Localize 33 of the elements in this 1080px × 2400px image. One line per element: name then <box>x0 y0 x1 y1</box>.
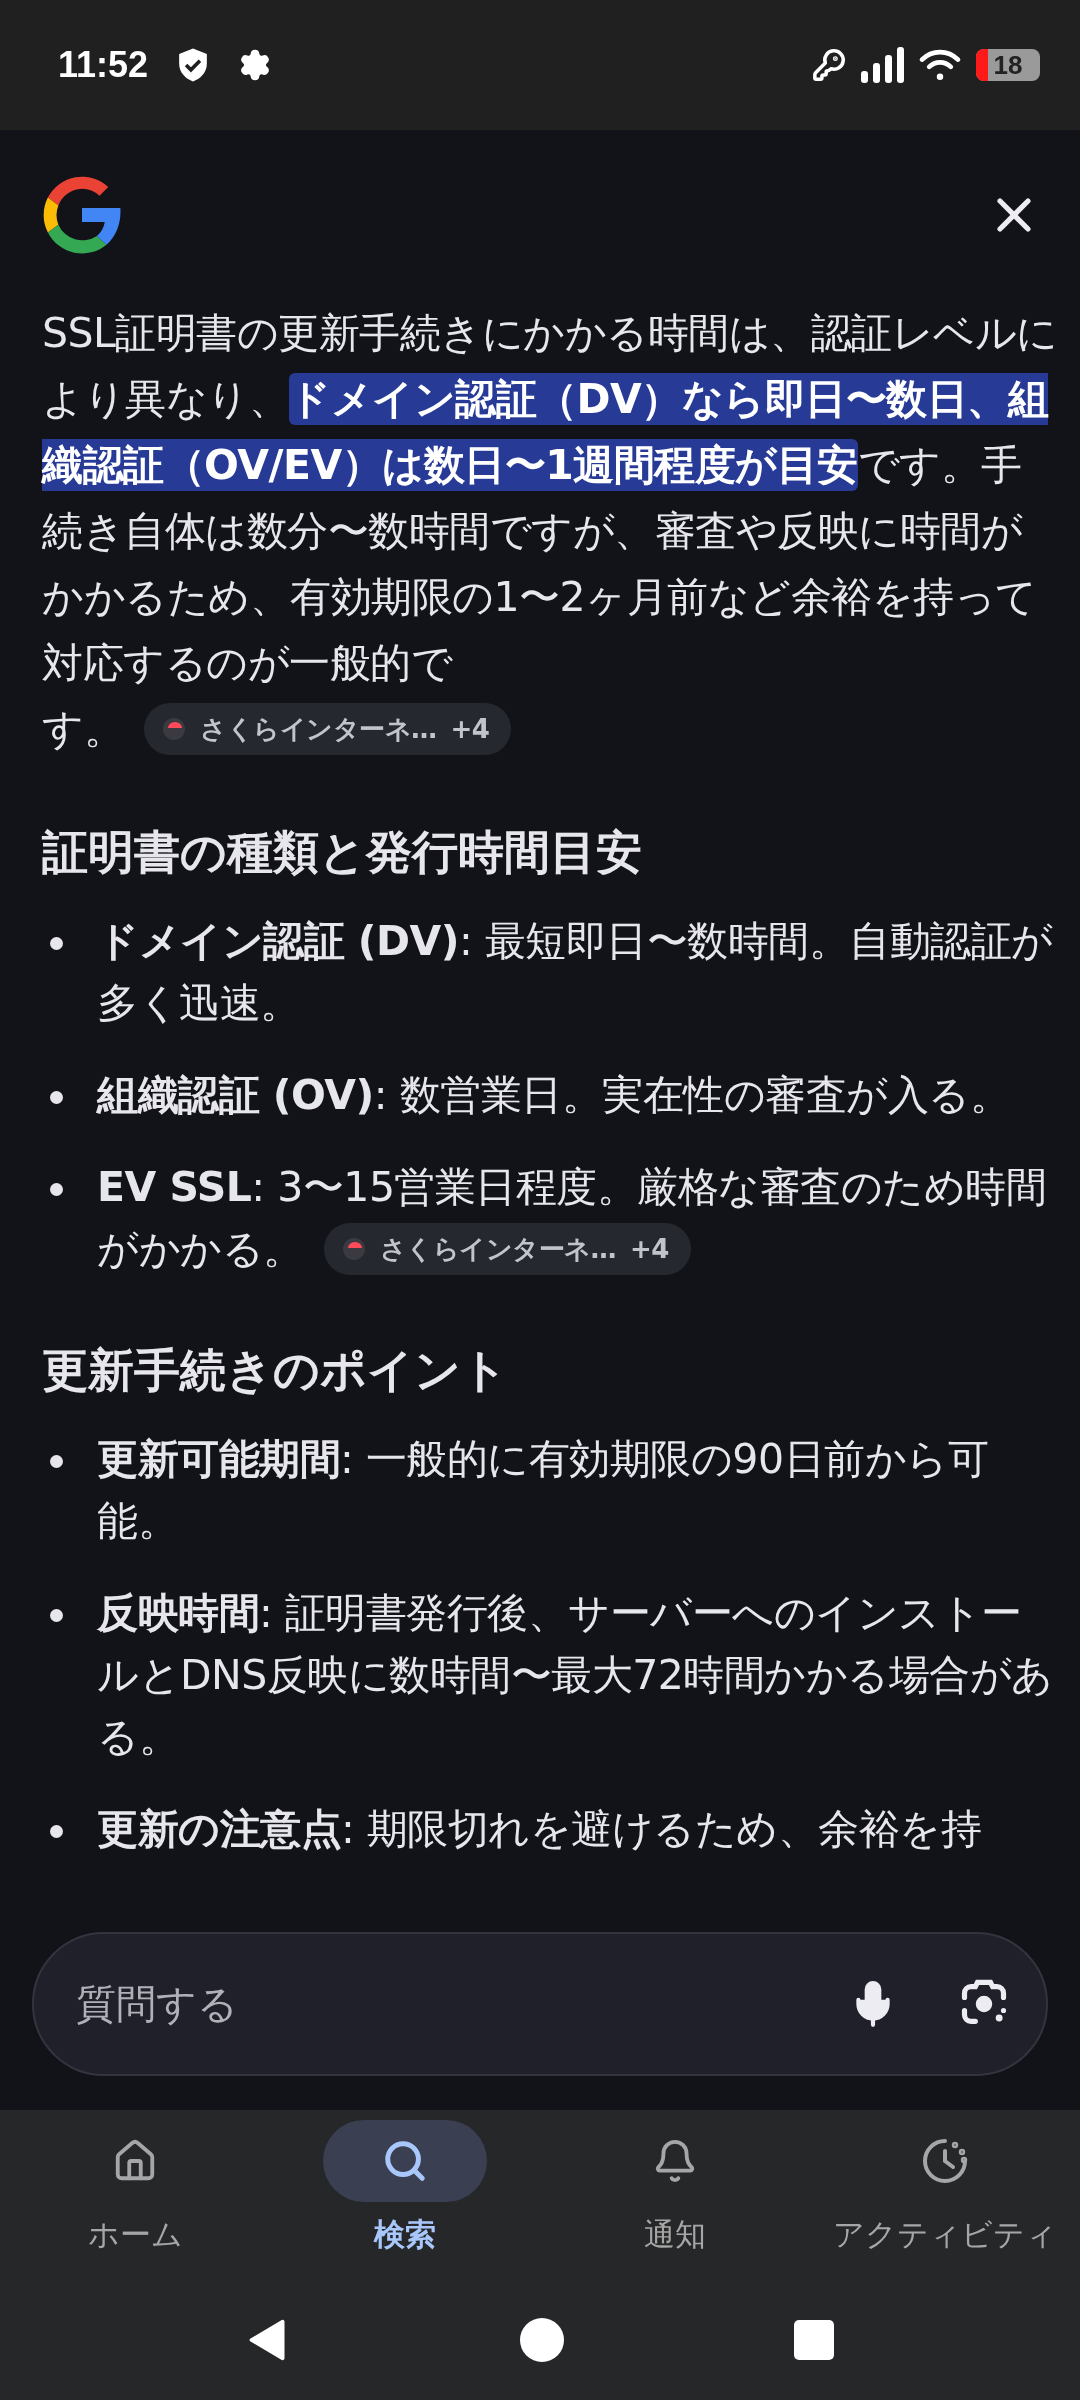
home-button-icon[interactable] <box>520 2318 564 2362</box>
nav-tab[interactable]: ホーム <box>0 2120 270 2280</box>
clock-time: 11:52 <box>58 44 149 86</box>
key-icon <box>812 48 846 82</box>
bullet-dot <box>50 1455 63 1468</box>
bullet-text: 更新の注意点: 期限切れを避けるため、余裕を持 <box>97 1804 983 1855</box>
bullet-dot <box>50 1609 63 1622</box>
signal-icon <box>860 47 904 83</box>
battery-icon: 18 <box>976 49 1040 81</box>
source-chip[interactable]: さくらインターネ… +4 <box>323 1223 691 1275</box>
bullet-dot <box>50 1825 63 1838</box>
bullet-text: がかかる。 <box>97 1224 304 1275</box>
bullet-text: EV SSL: 3〜15営業日程度。厳格な審査のため時間 <box>97 1162 1048 1213</box>
site-logo-icon <box>341 1237 366 1261</box>
bullet-dot <box>50 937 63 950</box>
bullet-text: 組織認証 (OV): 数営業日。実在性の審査が入る。 <box>97 1070 1012 1121</box>
clock-icon <box>921 2137 969 2185</box>
bullet-dot <box>50 1091 63 1104</box>
section-heading: 証明書の種類と発行時間目安 <box>42 824 643 881</box>
bullet-text: ドメイン認証 (DV): 最短即日〜数時間。自動認証が多く迅速。 <box>97 916 1054 1029</box>
nav-tab[interactable]: 検索 <box>270 2120 540 2280</box>
search-input[interactable]: 質問する <box>74 1980 788 2028</box>
wifi-icon <box>918 47 962 83</box>
answer-text: す。 <box>42 704 124 755</box>
search-icon <box>382 2138 428 2184</box>
nav-tab[interactable]: アクティビティ <box>810 2120 1080 2280</box>
bullet-text: 更新可能期間: 一般的に有効期限の90日前から可能。 <box>97 1434 990 1547</box>
source-chip[interactable]: さくらインターネ… +4 <box>144 703 512 755</box>
site-logo-icon <box>162 717 186 741</box>
section-heading: 更新手続きのポイント <box>42 1342 509 1399</box>
bullet-text: 反映時間: 証明書発行後、サーバーへのインストールとDNS反映に数時間〜最大72時間かかる場合がある。 <box>97 1588 1054 1763</box>
nav-tab[interactable]: 通知 <box>540 2120 810 2280</box>
bullet-dot <box>50 1183 63 1196</box>
